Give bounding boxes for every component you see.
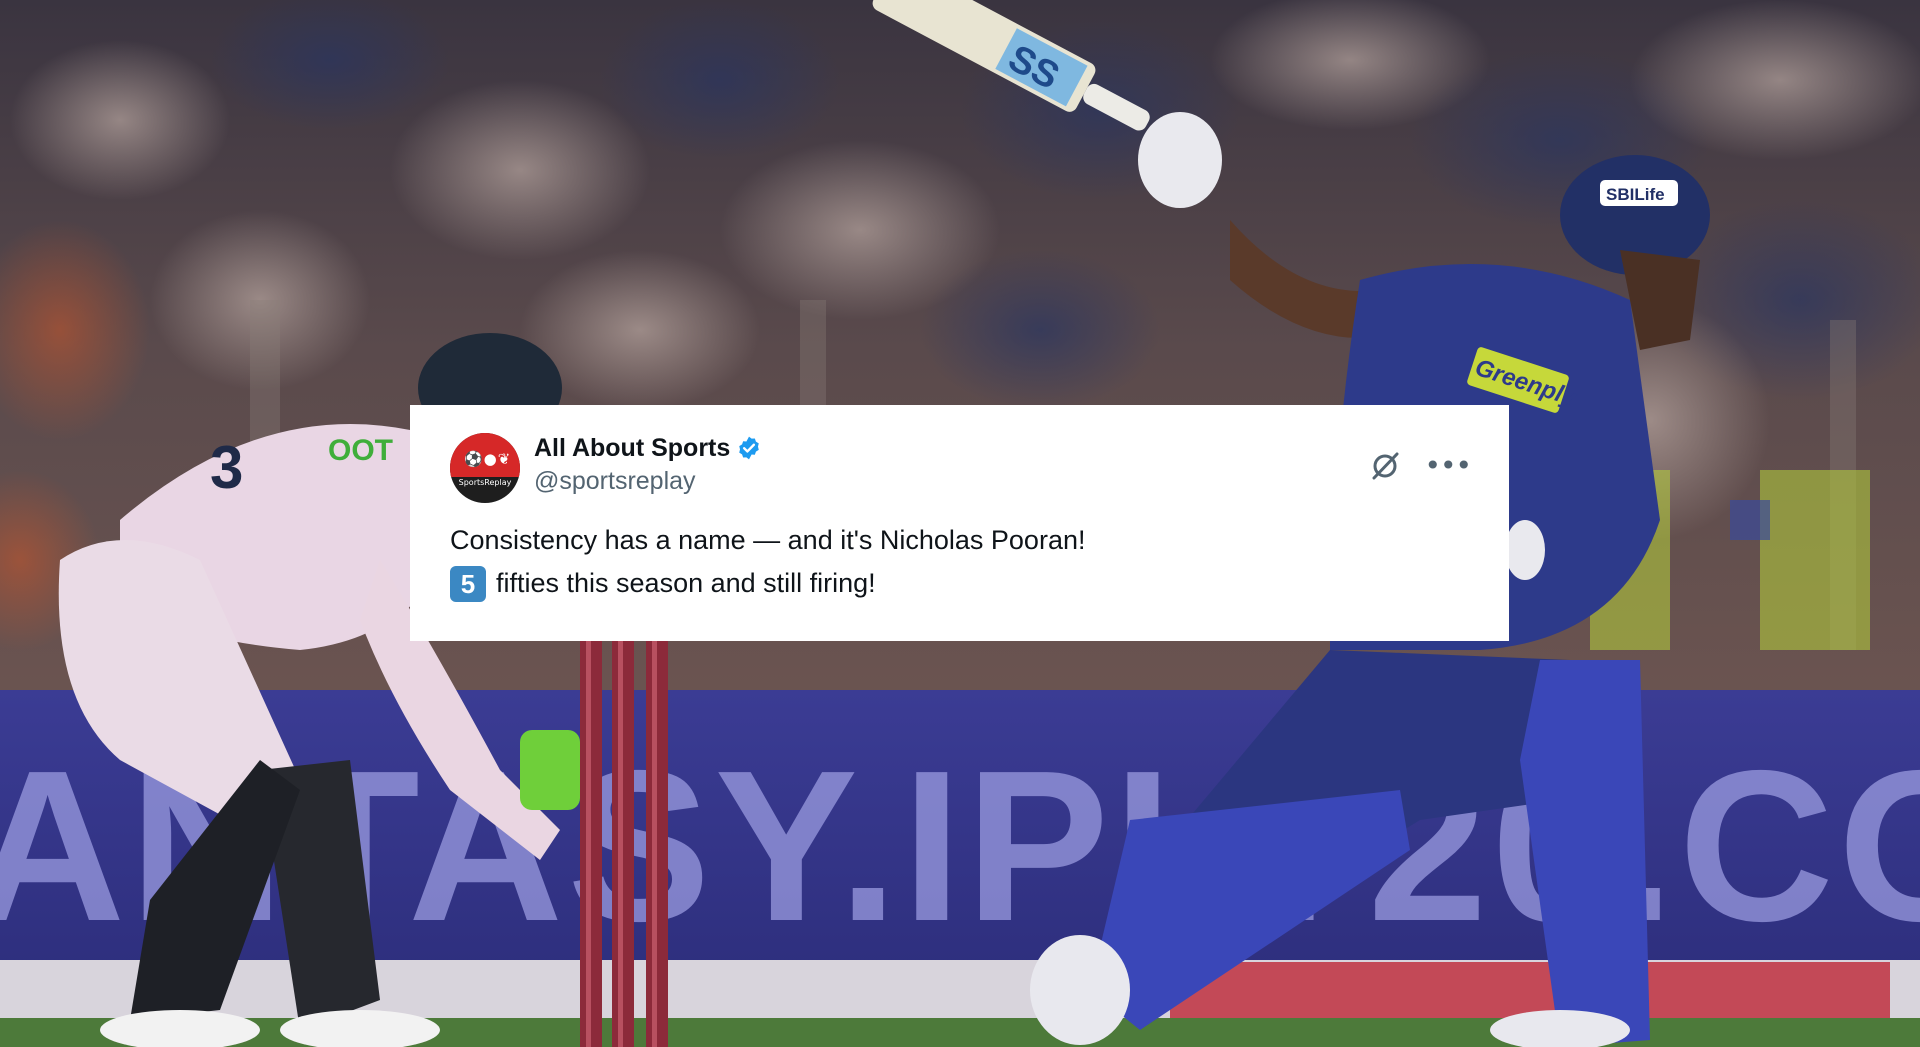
svg-text:SBILife: SBILife — [1606, 185, 1665, 204]
avatar-logo-icon: ⚽●❦ — [464, 450, 512, 468]
avatar[interactable]: ⚽●❦ SportsReplay — [450, 433, 520, 503]
tweet-line-1: Consistency has a name — and it's Nichol… — [450, 525, 1086, 555]
keycap-5-emoji: 5 — [450, 565, 486, 602]
tweet-line-2-text: fifties this season and still firing! — [496, 568, 876, 598]
tweet-header: ⚽●❦ SportsReplay All About Sports @sport… — [450, 431, 1472, 505]
stumps — [580, 640, 668, 1047]
name-row: All About Sports — [534, 431, 762, 465]
verified-badge-icon — [739, 436, 760, 460]
header-actions: ••• — [1370, 451, 1472, 481]
user-block: All About Sports @sportsreplay — [534, 431, 762, 496]
tweet-text: Consistency has a name — and it's Nichol… — [450, 519, 1471, 605]
display-name[interactable]: All About Sports — [534, 434, 730, 463]
svg-text:OOT: OOT — [328, 434, 393, 467]
tweet-card[interactable]: ⚽●❦ SportsReplay All About Sports @sport… — [410, 405, 1509, 641]
more-options-icon[interactable]: ••• — [1424, 452, 1472, 480]
svg-text:3: 3 — [210, 434, 243, 501]
handle[interactable]: @sportsreplay — [534, 467, 762, 496]
tweet-line-2: 5 fifties this season and still firing! — [450, 562, 1471, 605]
grok-icon[interactable] — [1370, 451, 1400, 481]
avatar-label: SportsReplay — [458, 478, 512, 487]
